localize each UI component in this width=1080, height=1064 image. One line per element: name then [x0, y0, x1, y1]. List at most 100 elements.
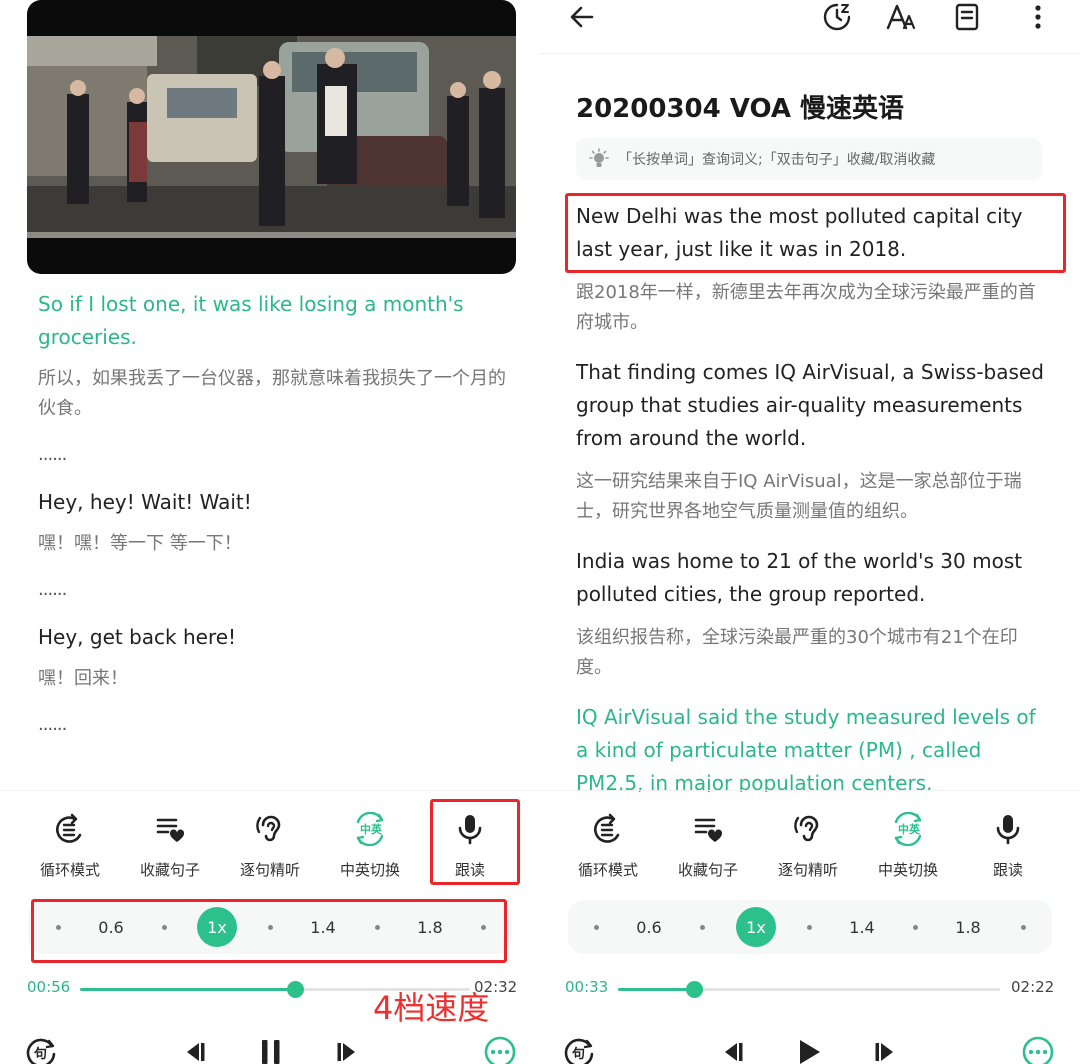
progress-fill — [618, 988, 695, 991]
sentence-badge: 句 — [34, 1046, 47, 1062]
highlight-speed-selector — [31, 899, 507, 963]
progress-fill — [80, 988, 295, 991]
toggle-badge-en: 英 — [370, 822, 383, 836]
speed-selected[interactable]: 1x — [736, 907, 776, 947]
transcript-line-en[interactable]: So if I lost one, it was like losing a m… — [38, 288, 518, 354]
chat-more-icon — [1022, 1036, 1054, 1064]
transcript-list: So if I lost one, it was like losing a m… — [38, 288, 518, 788]
speed-step-dot[interactable] — [566, 900, 626, 954]
progress-knob[interactable] — [286, 981, 304, 998]
font-size-button[interactable] — [881, 0, 921, 34]
article-title: 20200304 VOA 慢速英语 — [576, 94, 905, 124]
favorite-sentence-label: 收藏句子 — [139, 861, 200, 879]
intensive-listen-button[interactable]: 逐句精听 — [758, 809, 858, 879]
more-options-button[interactable] — [1016, 1034, 1060, 1064]
back-button[interactable] — [562, 0, 602, 34]
sentence-zh[interactable]: 该组织报告称，全球污染最严重的30个城市有21个在印度。 — [576, 623, 1046, 683]
toggle-badge-zh: 中 — [898, 822, 909, 836]
previous-sentence-button[interactable] — [710, 1034, 754, 1064]
toggle-badge-en: 英 — [908, 822, 921, 836]
speed-option-0.6[interactable]: 0.6 — [619, 900, 679, 954]
pause-icon — [262, 1040, 280, 1064]
lightbulb-icon — [589, 148, 609, 167]
top-bar — [540, 0, 1080, 54]
transcript-line-en[interactable]: Hey, hey! Wait! Wait! — [38, 486, 518, 519]
loop-mode-icon — [594, 813, 620, 843]
current-time: 00:56 — [27, 978, 71, 996]
more-options-button[interactable] — [478, 1034, 522, 1064]
total-time: 02:22 — [1011, 978, 1055, 996]
feature-controls: 循环模式 收藏句子 逐句精听 中英 中英切换 跟读 — [540, 790, 1080, 890]
ear-icon — [794, 815, 819, 842]
read-along-label: 跟读 — [992, 861, 1023, 879]
sentence-loop-icon: 句 — [564, 1038, 594, 1064]
next-icon — [875, 1043, 893, 1061]
play-button[interactable] — [787, 1034, 831, 1064]
notes-button[interactable] — [947, 0, 987, 34]
progress-track[interactable] — [618, 981, 1000, 998]
microphone-icon — [996, 815, 1020, 845]
sleep-timer-icon — [823, 3, 851, 31]
timer-button[interactable] — [817, 0, 857, 34]
speed-selector: 0.6 1x 1.4 1.8 — [568, 900, 1052, 954]
transcript-line-en[interactable]: Hey, get back here! — [38, 621, 518, 654]
document-icon — [955, 3, 979, 31]
sentence-en[interactable]: That finding comes IQ AirVisual, a Swiss… — [576, 356, 1046, 455]
usage-tip: 「长按单词」查询词义;「双击句子」收藏/取消收藏 — [576, 138, 1042, 180]
sentence-en[interactable]: India was home to 21 of the world's 30 m… — [576, 545, 1046, 611]
sentence-mode-button[interactable]: 句 — [20, 1034, 64, 1064]
sentence-zh[interactable]: 这一研究结果来自于IQ AirVisual，这是一家总部位于瑞士，研究世界各地空… — [576, 467, 1046, 527]
language-toggle-label: 中英切换 — [339, 861, 400, 879]
right-screen: 20200304 VOA 慢速英语 「长按单词」查询词义;「双击句子」收藏/取消… — [540, 0, 1080, 1064]
previous-icon — [725, 1043, 743, 1061]
chat-more-icon — [484, 1036, 516, 1064]
intensive-listen-label: 逐句精听 — [239, 861, 300, 879]
intensive-listen-label: 逐句精听 — [777, 861, 838, 879]
toggle-badge-zh: 中 — [360, 822, 371, 836]
loop-mode-label: 循环模式 — [39, 861, 100, 879]
speed-annotation: 4档速度 — [373, 989, 490, 1027]
progress-knob[interactable] — [686, 981, 704, 998]
font-size-icon — [886, 4, 916, 30]
speed-step-dot[interactable] — [779, 900, 839, 954]
intensive-listen-button[interactable]: 逐句精听 — [220, 809, 320, 879]
left-screen: So if I lost one, it was like losing a m… — [0, 0, 540, 1064]
sentence-loop-icon: 句 — [26, 1038, 56, 1064]
favorite-list-icon — [156, 818, 185, 842]
favorite-sentence-button[interactable]: 收藏句子 — [120, 809, 220, 879]
read-along-button[interactable]: 跟读 — [958, 809, 1058, 879]
sentence-badge: 句 — [572, 1046, 585, 1062]
previous-icon — [187, 1043, 205, 1061]
speed-option-1x[interactable]: 1x — [726, 900, 786, 954]
language-toggle-label: 中英切换 — [877, 861, 938, 879]
video-player[interactable] — [27, 0, 516, 274]
more-vertical-icon — [1035, 5, 1041, 29]
highlight-read-along — [430, 799, 520, 885]
transcript-line-zh[interactable]: 嘿！嘿！等一下 等一下！ — [38, 529, 518, 559]
video-frame — [27, 36, 516, 238]
next-icon — [337, 1043, 355, 1061]
sentence-zh[interactable]: 跟2018年一样，新德里去年再次成为全球污染最严重的首府城市。 — [576, 278, 1046, 338]
speed-option-1.4[interactable]: 1.4 — [832, 900, 892, 954]
pause-button[interactable] — [249, 1034, 293, 1064]
next-sentence-button[interactable] — [864, 1034, 908, 1064]
speed-step-dot[interactable] — [672, 900, 732, 954]
speed-option-1.8[interactable]: 1.8 — [938, 900, 998, 954]
favorite-list-icon — [694, 818, 723, 842]
language-toggle-button[interactable]: 中英 中英切换 — [858, 809, 958, 879]
transcript-line-zh[interactable]: 嘿！回来！ — [38, 664, 518, 694]
language-toggle-button[interactable]: 中英 中英切换 — [320, 809, 420, 879]
favorite-sentence-button[interactable]: 收藏句子 — [658, 809, 758, 879]
previous-sentence-button[interactable] — [172, 1034, 216, 1064]
loop-mode-button[interactable]: 循环模式 — [20, 809, 120, 879]
play-icon — [800, 1040, 820, 1064]
sentence-en-current[interactable]: IQ AirVisual said the study measured lev… — [576, 701, 1046, 792]
more-menu-button[interactable] — [1018, 0, 1058, 34]
loop-mode-icon — [56, 813, 82, 843]
speed-step-dot[interactable] — [885, 900, 945, 954]
sentence-mode-button[interactable]: 句 — [558, 1034, 602, 1064]
next-sentence-button[interactable] — [326, 1034, 370, 1064]
speed-step-dot[interactable] — [993, 900, 1053, 954]
loop-mode-button[interactable]: 循环模式 — [558, 809, 658, 879]
transcript-line-zh[interactable]: 所以，如果我丢了一台仪器，那就意味着我损失了一个月的伙食。 — [38, 364, 518, 424]
